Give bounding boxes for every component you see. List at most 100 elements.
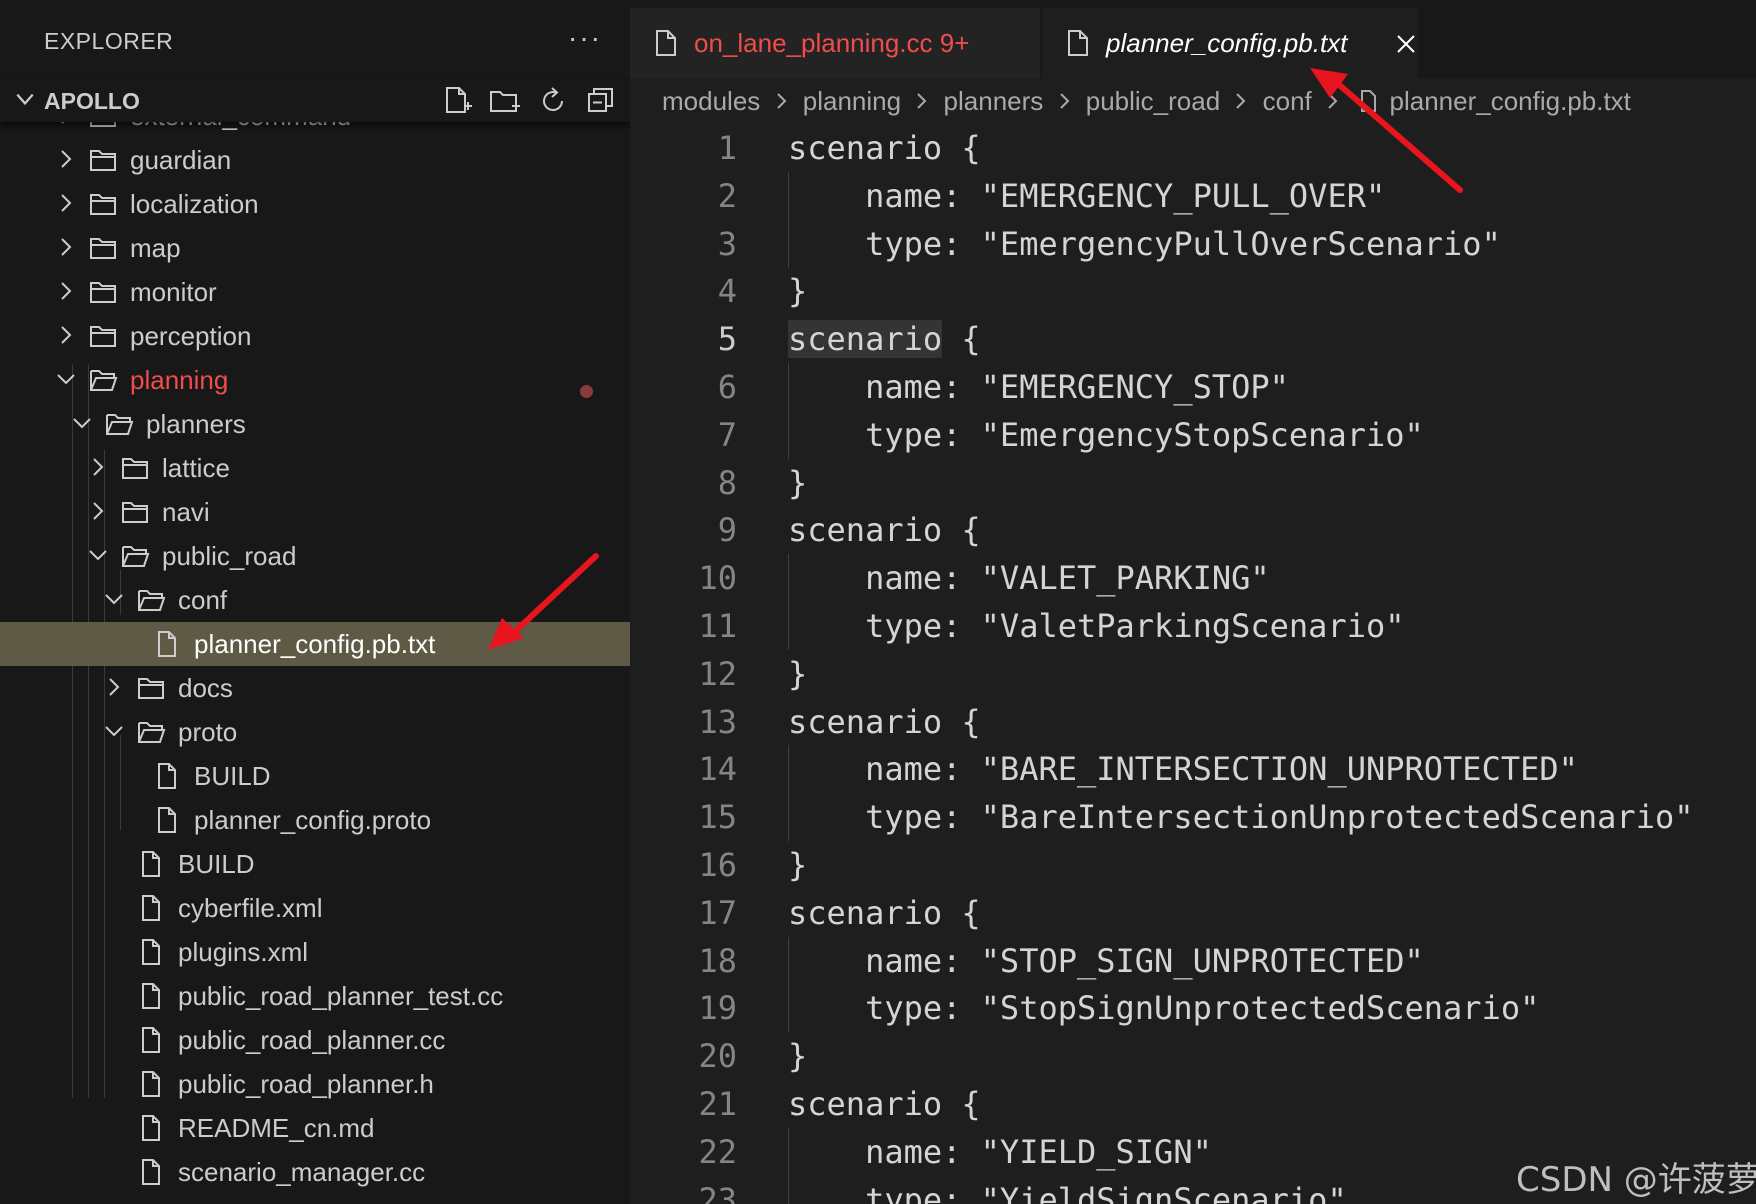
tab-planner-config[interactable]: planner_config.pb.txt [1042,8,1418,78]
file-icon [158,807,176,833]
code-line: 13 scenario { [630,698,1756,746]
tree-folder[interactable]: perception [0,314,630,358]
tree-item-label: docs [178,673,233,703]
tree-item-label: public_road_planner.h [178,1069,434,1099]
indent-guide [788,936,789,985]
code-line: 17 scenario { [630,889,1756,937]
tree-file[interactable]: scenario_manager.cc [0,1150,630,1194]
code-text: name: "VALET_PARKING" [788,559,1270,598]
line-number: 5 [717,320,737,359]
breadcrumb-modules[interactable]: modules [662,86,760,117]
tree-folder[interactable]: planning [0,358,630,402]
line-number: 21 [698,1085,737,1123]
tree-folder[interactable]: conf [0,578,630,622]
breadcrumb-file[interactable]: planner_config.pb.txt [1390,86,1631,117]
new-file-icon[interactable] [440,84,474,118]
breadcrumb-planning[interactable]: planning [803,86,901,117]
code-text: } [788,463,808,502]
file-icon [656,30,676,56]
line-number: 4 [717,272,737,311]
close-icon[interactable] [1394,32,1418,56]
tab-label: on_lane_planning.cc 9+ [694,28,970,58]
code-text: type: "BareIntersectionUnprotectedScenar… [788,798,1694,837]
breadcrumb: modules planning planners public_road co… [662,84,1631,120]
tree-folder[interactable]: docs [0,666,630,710]
tree-item-label: planning [130,365,229,395]
tree-file[interactable]: public_road_planner.h [0,1062,630,1106]
folder-open-icon [106,414,134,435]
tree-item-label: README_cn.md [178,1113,375,1143]
line-number: 22 [698,1132,737,1171]
watermark: CSDN @许菠萝 [1516,1160,1756,1200]
tree-item-label: BUILD [194,761,271,791]
code-line: 4} [630,267,1756,315]
tree-folder[interactable]: proto [0,710,630,754]
code-text: scenario { [788,1085,981,1123]
tree-item-label: conf [178,585,228,615]
line-number: 7 [717,415,737,454]
tree-folder[interactable]: public_road [0,534,630,578]
chevron-right-icon [93,458,104,476]
tree-file[interactable]: planner_config.pb.txt [0,622,630,666]
code-editor[interactable]: 1 scenario {2 name: "EMERGENCY_PULL_OVER"… [630,124,1756,1204]
tree-file[interactable]: public_road_planner_test.cc [0,974,630,1018]
code-line: 5 scenario { [630,315,1756,363]
tree-file[interactable]: planner_config.proto [0,798,630,842]
line-number: 8 [717,463,737,502]
line-number: 14 [698,750,737,789]
workspace-header[interactable]: APOLLO [0,80,630,122]
breadcrumb-public-road[interactable]: public_road [1086,86,1220,117]
indent-guide [788,984,789,1033]
breadcrumb-conf[interactable]: conf [1263,86,1312,117]
folder-open-icon [90,370,118,391]
file-icon [142,1159,160,1185]
line-number: 10 [698,559,737,598]
tree-folder[interactable]: map [0,226,630,270]
tab-label: planner_config.pb.txt [1106,28,1348,58]
folder-icon [122,502,148,523]
tree-file[interactable]: cyberfile.xml [0,886,630,930]
new-folder-icon[interactable] [488,84,522,118]
tree-folder[interactable]: guardian [0,138,630,182]
collapse-all-icon[interactable] [584,84,618,118]
code-line: 18 name: "STOP_SIGN_UNPROTECTED" [630,937,1756,985]
tree-folder[interactable]: navi [0,490,630,534]
file-tree: external_commandguardianlocalizationmapm… [0,106,630,1204]
chevron-right-icon [61,150,72,168]
chevron-down-icon [89,550,107,561]
tree-folder[interactable]: lattice [0,446,630,490]
file-icon [142,1115,160,1141]
indent-guide [788,219,789,268]
tree-file[interactable]: BUILD [0,842,630,886]
code-text: scenario { [788,702,981,741]
file-icon [158,763,176,789]
tree-file[interactable]: public_road_planner.cc [0,1018,630,1062]
chevron-right-icon [1328,93,1338,109]
folder-open-icon [138,590,166,611]
chevron-right-icon [1059,93,1069,109]
indent-guide [788,602,789,650]
code-line: 14 name: "BARE_INTERSECTION_UNPROTECTED" [630,745,1756,793]
tab-on-lane-planning[interactable]: on_lane_planning.cc 9+ [630,8,1040,78]
chevron-right-icon [917,93,927,109]
chevron-right-icon [93,502,104,520]
tree-folder[interactable]: planners [0,402,630,446]
more-actions-icon[interactable]: ··· [568,22,602,54]
code-text: } [788,846,808,884]
tree-item-label: localization [130,189,259,219]
line-number: 20 [698,1037,737,1076]
tree-folder[interactable]: localization [0,182,630,226]
file-icon [142,939,160,965]
tree-item-label: public_road_planner_test.cc [178,981,504,1011]
line-number: 1 [717,129,737,167]
file-icon [142,851,160,877]
code-line: 10 name: "VALET_PARKING" [630,554,1756,602]
chevron-right-icon [776,93,786,109]
tree-file[interactable]: BUILD [0,754,630,798]
breadcrumb-planners[interactable]: planners [944,86,1044,117]
tree-folder[interactable]: monitor [0,270,630,314]
tree-file[interactable]: plugins.xml [0,930,630,974]
refresh-icon[interactable] [536,84,570,118]
chevron-right-icon [61,282,72,300]
tree-file[interactable]: README_cn.md [0,1106,630,1150]
